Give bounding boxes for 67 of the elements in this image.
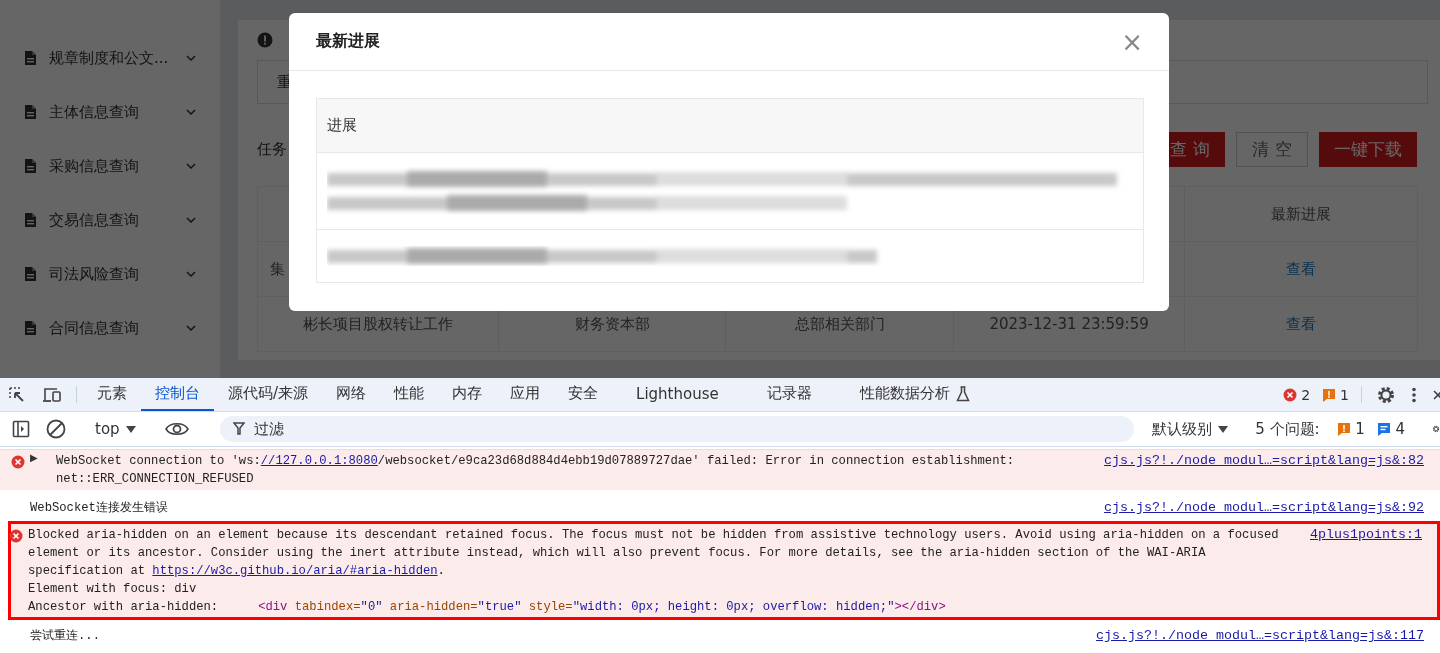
source-link[interactable]: cjs.js?!./node_modul…=script&lang=js&:92 — [1104, 499, 1424, 517]
table-cell: 财务资本部 — [574, 314, 650, 333]
devtools-tab[interactable]: 网络 — [322, 378, 381, 411]
message-text: WebSocket连接发生错误 — [30, 500, 169, 517]
chevron-down-icon[interactable] — [186, 109, 196, 115]
error-count[interactable]: 2 — [1301, 386, 1311, 403]
eye-icon[interactable] — [164, 421, 189, 437]
url-link[interactable]: https://w3c.github.io/aria/#aria-hidden — [152, 564, 438, 578]
filter-label: 任务 — [257, 140, 288, 159]
info-icon — [1377, 422, 1392, 436]
error-icon — [1283, 387, 1298, 402]
caret-icon — [125, 425, 136, 433]
message-text: 尝试重连... — [30, 628, 101, 645]
warning-icon — [1337, 422, 1352, 436]
devtools-tab[interactable]: 性能 — [380, 378, 439, 411]
devtools-tab[interactable]: 内存 — [438, 378, 497, 411]
warning-count[interactable]: 1 — [1340, 386, 1349, 403]
device-icon[interactable] — [42, 385, 62, 404]
context-select[interactable]: top — [87, 420, 144, 438]
message-text: Element with focus: div — [28, 582, 197, 596]
chevron-down-icon[interactable] — [186, 55, 196, 61]
source-link[interactable]: cjs.js?!./node_modul…=script&lang=js&:82 — [1104, 452, 1424, 470]
error-icon — [9, 529, 23, 543]
modal-title: 最新进展 — [316, 31, 381, 52]
devtools-tab[interactable]: 应用 — [496, 378, 555, 411]
settings-icon[interactable] — [1376, 384, 1396, 405]
level-select[interactable]: 默认级别 — [1144, 419, 1237, 439]
message-text: Blocked aria-hidden on an element because its descendant retained focus. The focus must not be hidden from assistive technology users. Avoid using aria-hidden on a focused element or its ancestor. Consider using the inert attribute instead, which will also prevent focus. For more details, see the aria-hidden section of the WAI-ARIA specification at https://w3c.github.io/aria/#aria-hidden. — [28, 527, 1280, 580]
expand-toggle[interactable]: ▶ — [30, 452, 38, 463]
warning-icon — [1322, 387, 1337, 402]
source-link[interactable]: 4plus1points:1 — [1310, 526, 1422, 544]
info-icon — [257, 32, 273, 48]
devtools-tab[interactable]: 源代码/来源 — [214, 378, 323, 411]
chevron-down-icon[interactable] — [186, 325, 196, 331]
message-text: Ancestor with aria-hidden: — [28, 600, 219, 614]
info-count[interactable]: 4 — [1395, 420, 1405, 438]
devtools-tab[interactable]: 元素 — [83, 378, 141, 411]
table-cell: 彬长项目股权转让工作 — [302, 314, 453, 333]
close-button[interactable]: × — [1117, 26, 1147, 57]
flask-icon — [955, 385, 970, 402]
issues-label[interactable]: 5 个问题: — [1255, 419, 1320, 439]
close-icon[interactable] — [1432, 388, 1440, 401]
devtools-tab[interactable]: Lighthouse — [612, 378, 743, 411]
chevron-down-icon[interactable] — [186, 217, 196, 223]
chevron-down-icon[interactable] — [186, 271, 196, 277]
devtools-tab[interactable]: 性能数据分析 — [835, 378, 994, 411]
code-snippet[interactable]: <div tabindex="0" aria-hidden="true" style="width: 0px; height: 0px; overflow: hidden;"></div> — [258, 600, 946, 614]
chevron-down-icon[interactable] — [186, 163, 196, 169]
sidebar-icon[interactable] — [12, 420, 30, 438]
more-icon[interactable] — [1412, 386, 1416, 403]
url-link[interactable]: //127.0.0.1:8080 — [260, 454, 378, 468]
error-icon — [11, 455, 25, 469]
table-cell: 2023-12-31 23:59:59 — [989, 315, 1149, 333]
filter-icon — [232, 422, 245, 436]
devtools-tab[interactable]: 记录器 — [742, 378, 836, 411]
inspect-icon[interactable] — [8, 385, 26, 404]
warning-count[interactable]: 1 — [1355, 420, 1365, 438]
devtools-tab[interactable]: 安全 — [554, 378, 613, 411]
clear-console-icon[interactable] — [46, 419, 66, 439]
source-link[interactable]: cjs.js?!./node_modul…=script&lang=js&:117 — [1096, 627, 1424, 645]
table-cell: 总部相关部门 — [794, 314, 885, 333]
column-header: 进展 — [327, 116, 357, 135]
column-header: 最新进展 — [1270, 204, 1331, 223]
filter-field[interactable]: 过滤 — [219, 416, 1135, 442]
message-text: WebSocket connection to 'ws://127.0.0.1:8080/websocket/e9ca23d68d884d4ebb19d07889727dae' failed: Error in connection establishment: net::ERR_CONNECTION_REFUSED — [56, 453, 1016, 488]
caret-icon — [1218, 425, 1229, 433]
table-cell: 集 — [270, 259, 285, 278]
